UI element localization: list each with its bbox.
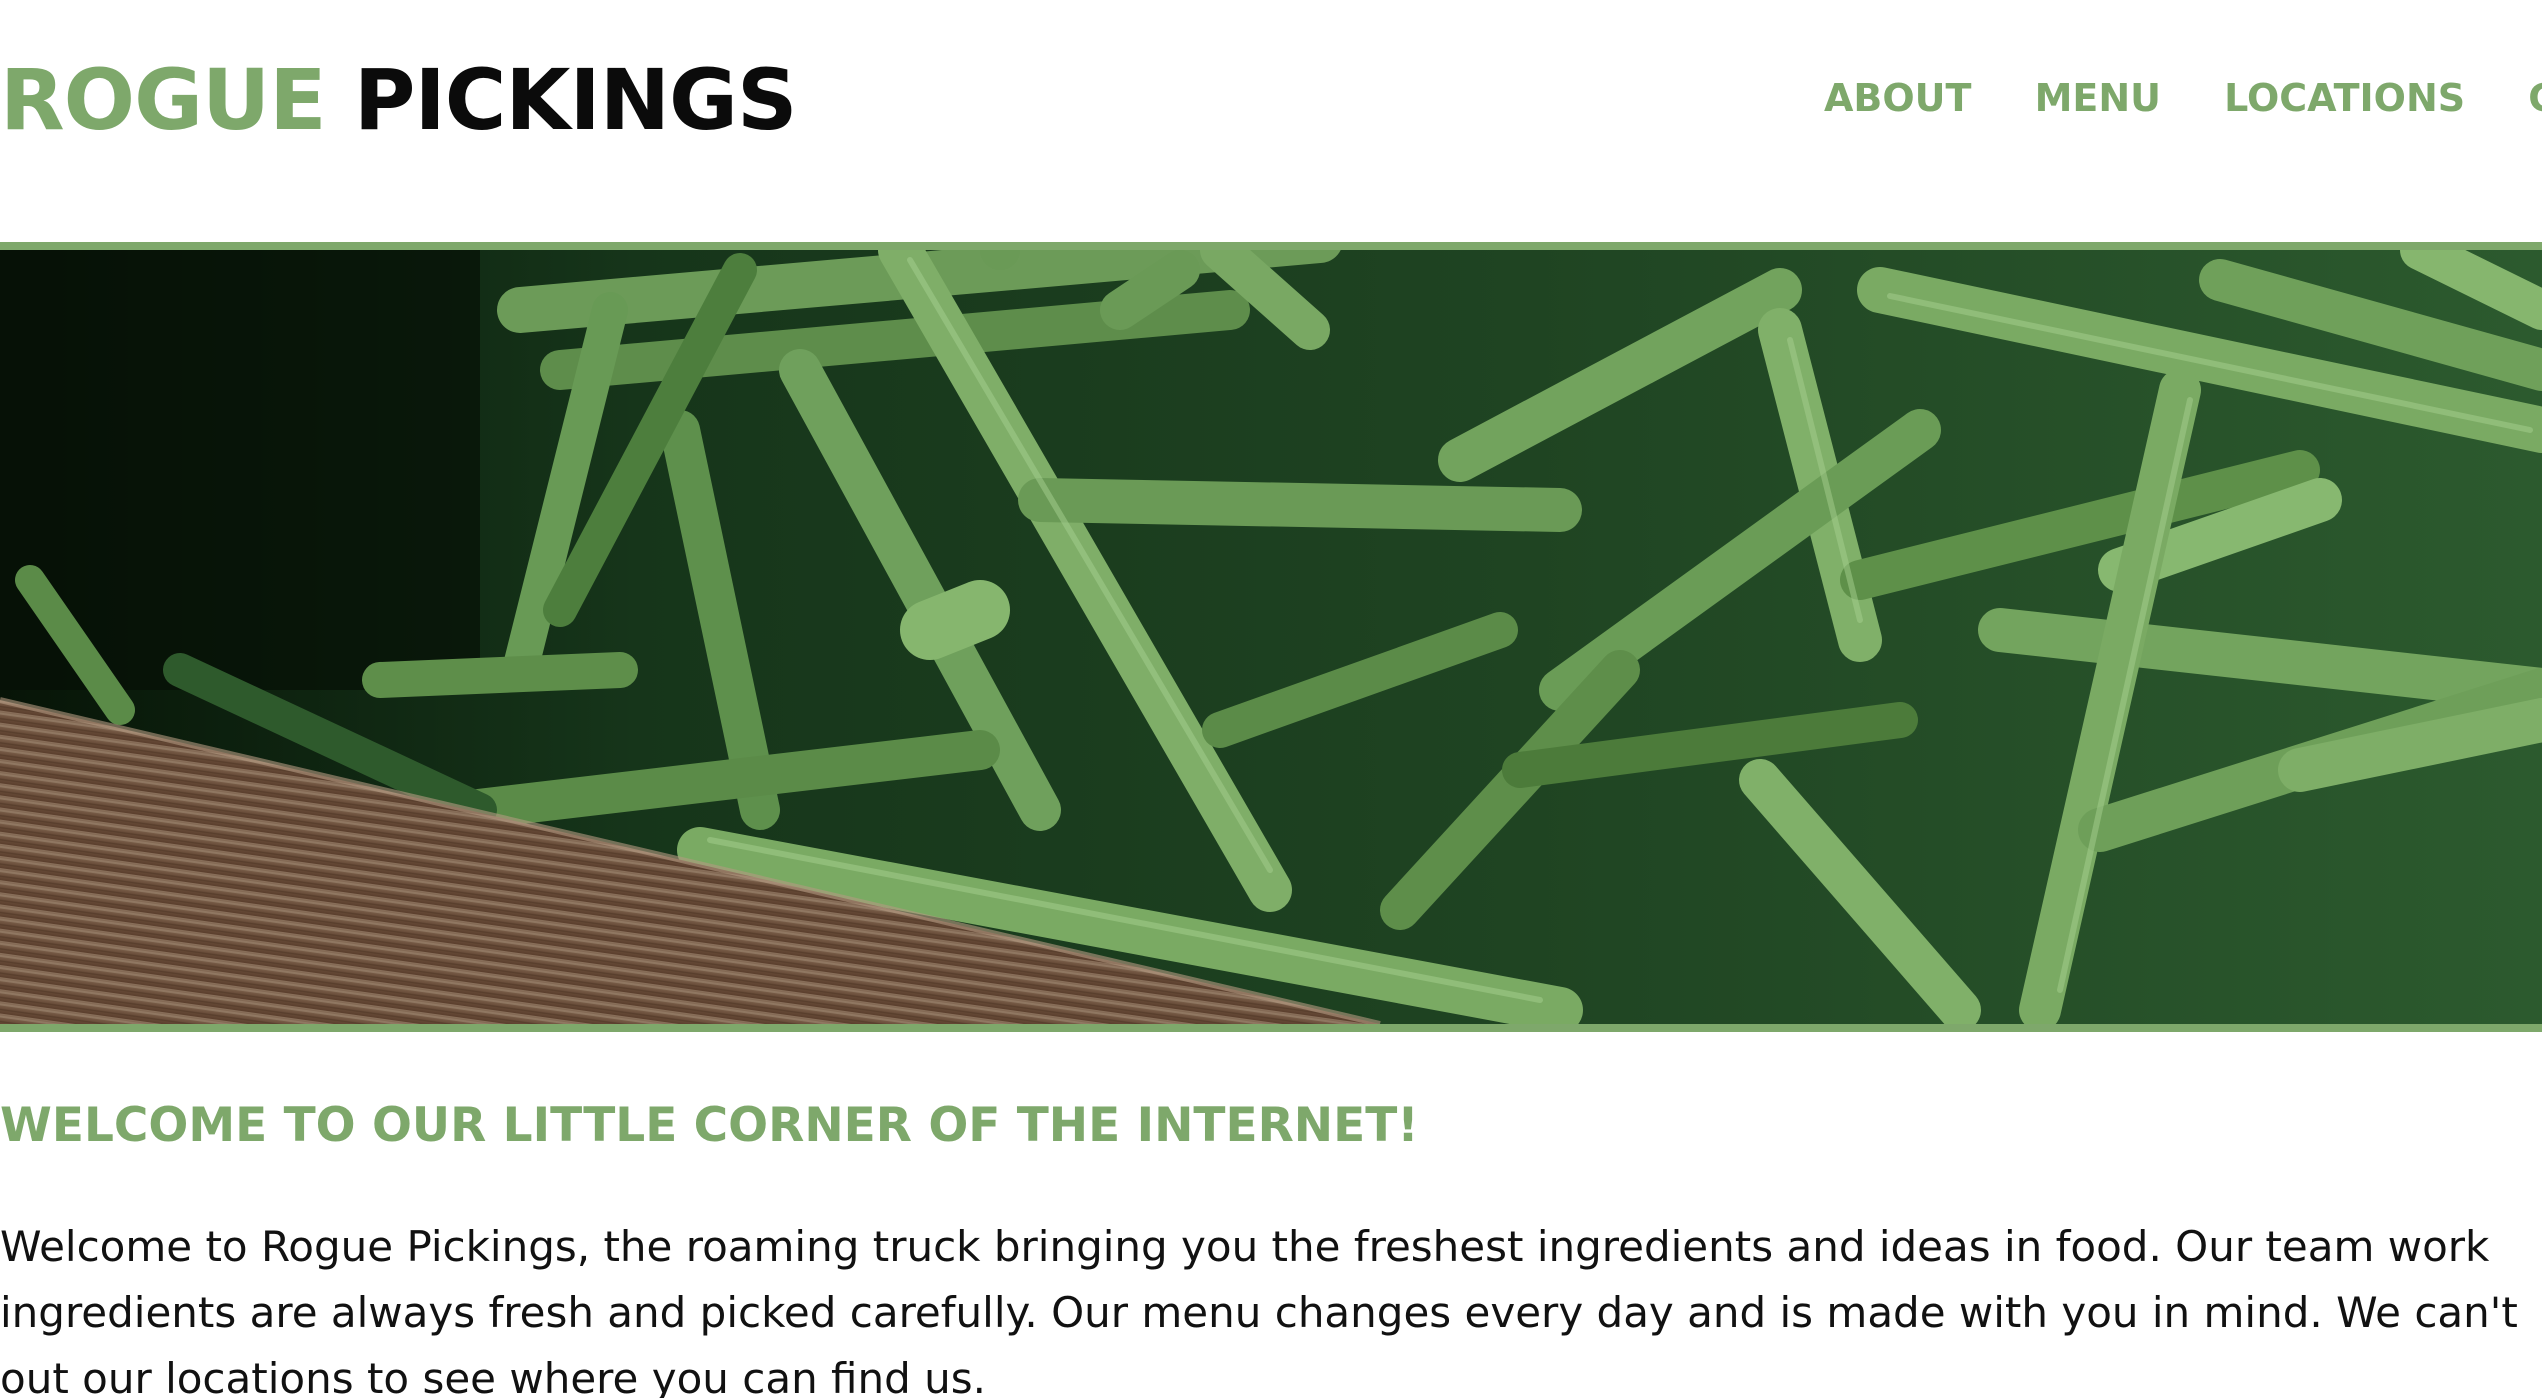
logo-word-pickings: PICKINGS bbox=[353, 51, 798, 149]
green-beans-photo bbox=[0, 250, 2542, 1024]
site-logo[interactable]: ROGUE PICKINGS bbox=[0, 50, 798, 150]
site-header: ROGUE PICKINGS ABOUT MENU LOCATIONS GA bbox=[0, 0, 2542, 244]
nav-link-locations[interactable]: LOCATIONS bbox=[2224, 72, 2465, 124]
logo-word-rogue: ROGUE bbox=[0, 51, 327, 149]
main-nav: ABOUT MENU LOCATIONS GA bbox=[1824, 72, 2542, 124]
welcome-heading: WELCOME TO OUR LITTLE CORNER OF THE INTE… bbox=[0, 1098, 1419, 1153]
intro-line-3: out our locations to see where you can f… bbox=[0, 1354, 986, 1398]
intro-line-1: Welcome to Rogue Pickings, the roaming t… bbox=[0, 1222, 2490, 1271]
hero-banner bbox=[0, 242, 2542, 1032]
intro-line-2: ingredients are always fresh and picked … bbox=[0, 1288, 2518, 1337]
nav-link-gallery[interactable]: GA bbox=[2528, 72, 2542, 124]
intro-paragraph: Welcome to Rogue Pickings, the roaming t… bbox=[0, 1214, 2542, 1398]
nav-link-about[interactable]: ABOUT bbox=[1824, 72, 1971, 124]
nav-link-menu[interactable]: MENU bbox=[2035, 72, 2161, 124]
